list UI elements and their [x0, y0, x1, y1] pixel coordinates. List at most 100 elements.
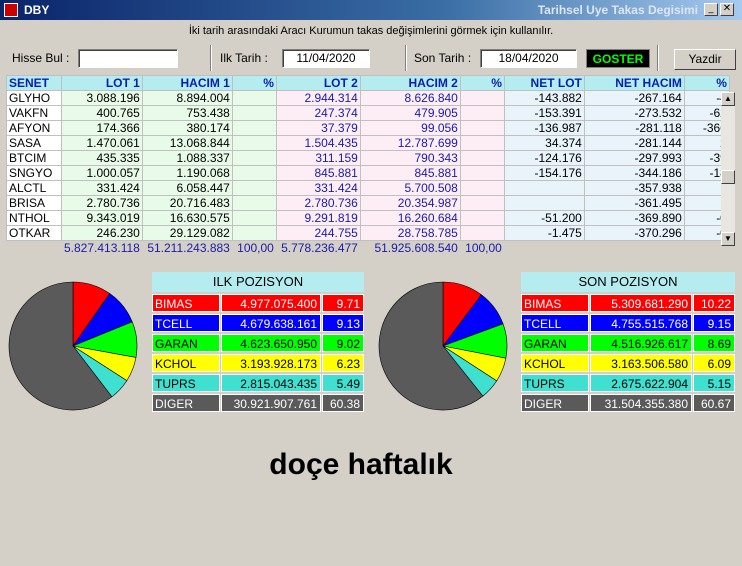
- table-cell: [459, 180, 505, 196]
- position-row[interactable]: KCHOL 3.163.506.580 6.09: [521, 354, 737, 372]
- column-header[interactable]: HACIM 1: [141, 75, 233, 91]
- scroll-thumb[interactable]: [721, 170, 735, 184]
- table-cell: 20.354.987: [359, 195, 461, 211]
- position-symbol: DIGER: [152, 394, 220, 412]
- ilk-pozisyon-pie-chart: [8, 281, 138, 411]
- table-header-row: SENET LOT 1 HACIM 1% LOT 2 HACIM 2% NET LOT NE…: [6, 75, 730, 91]
- position-row[interactable]: TCELL 4.755.515.768 9.15: [521, 314, 737, 332]
- table-cell: 1.190.068: [141, 165, 233, 181]
- position-percent: 60.67: [693, 394, 735, 412]
- table-cell-symbol: SASA: [6, 135, 62, 151]
- table-cell-symbol: VAKFN: [6, 105, 62, 121]
- table-cell: 9.343.019: [61, 210, 143, 226]
- column-header[interactable]: HACIM 2: [359, 75, 461, 91]
- table-cell: 331.424: [61, 180, 143, 196]
- table-row[interactable]: ALCTL 331.424 6.058.447 331.424 5.700.508 -35…: [6, 180, 730, 196]
- table-row[interactable]: BTCIM 435.335 1.088.337 311.159 790.343 -124.…: [6, 150, 730, 166]
- table-scrollbar[interactable]: ▲ ▼: [721, 92, 735, 246]
- position-row[interactable]: DIGER 30.921.907.761 60.38: [152, 394, 366, 412]
- position-row[interactable]: TCELL 4.679.638.161 9.13: [152, 314, 366, 332]
- position-row[interactable]: TUPRS 2.815.043.435 5.49: [152, 374, 366, 392]
- total-cell: 100,00: [459, 240, 505, 256]
- column-header[interactable]: LOT 1: [61, 75, 143, 91]
- table-cell-symbol: BTCIM: [6, 150, 62, 166]
- position-row[interactable]: BIMAS 5.309.681.290 10.22: [521, 294, 737, 312]
- yazdir-button[interactable]: Yazdir: [674, 49, 736, 70]
- total-cell: 5.778.236.477: [275, 240, 361, 256]
- column-header[interactable]: %: [231, 75, 277, 91]
- table-row[interactable]: OTKAR 246.230 29.129.082 244.755 28.758.785 -…: [6, 225, 730, 241]
- table-cell: -273.532: [583, 105, 685, 121]
- table-row[interactable]: NTHOL 9.343.019 16.630.575 9.291.819 16.260.…: [6, 210, 730, 226]
- table-cell: 479.905: [359, 105, 461, 121]
- table-cell: -370.296: [583, 225, 685, 241]
- table-row[interactable]: VAKFN 400.765 753.438 247.374 479.905 -153.39…: [6, 105, 730, 121]
- position-percent: 9.13: [322, 314, 364, 332]
- table-cell: -51.200: [503, 210, 585, 226]
- column-header[interactable]: %: [683, 75, 730, 91]
- table-cell: -136.987: [503, 120, 585, 136]
- table-cell: -369.890: [583, 210, 685, 226]
- table-cell: 9.291.819: [275, 210, 361, 226]
- table-row[interactable]: AFYON 174.366 380.174 37.379 99.056 -136.987-…: [6, 120, 730, 136]
- table-row[interactable]: SASA 1.470.061 13.068.844 1.504.435 12.787.6…: [6, 135, 730, 151]
- table-cell: -281.118: [583, 120, 685, 136]
- column-header[interactable]: NET HACIM: [583, 75, 685, 91]
- table-cell: -1.475: [503, 225, 585, 241]
- table-cell: 1.470.061: [61, 135, 143, 151]
- position-symbol: TUPRS: [152, 374, 220, 392]
- column-header[interactable]: NET LOT: [503, 75, 585, 91]
- end-date-label: Son Tarih :: [414, 51, 472, 65]
- total-cell: 5.827.413.118: [61, 240, 143, 256]
- son-pozisyon-pie-chart: [378, 281, 508, 411]
- column-header[interactable]: SENET: [6, 75, 62, 91]
- table-cell: [459, 105, 505, 121]
- position-row[interactable]: GARAN 4.623.650.950 9.02: [152, 334, 366, 352]
- table-cell-symbol: BRISA: [6, 195, 62, 211]
- table-cell: -357.938: [583, 180, 685, 196]
- position-row[interactable]: GARAN 4.516.926.617 8.69: [521, 334, 737, 352]
- position-symbol: KCHOL: [152, 354, 220, 372]
- table-cell: 20.716.483: [141, 195, 233, 211]
- position-row[interactable]: DIGER 31.504.355.380 60.67: [521, 394, 737, 412]
- table-row[interactable]: SNGYO 1.000.057 1.190.068 845.881 845.881 -15…: [6, 165, 730, 181]
- position-symbol: BIMAS: [152, 294, 220, 312]
- position-value: 3.163.506.580: [590, 354, 692, 372]
- table-row[interactable]: BRISA 2.780.736 20.716.483 2.780.736 20.354.…: [6, 195, 730, 211]
- table-cell: -361.495: [583, 195, 685, 211]
- total-cell: 51.925.608.540: [359, 240, 461, 256]
- search-input[interactable]: [78, 49, 178, 68]
- table-cell: [231, 90, 277, 106]
- table-cell-symbol: AFYON: [6, 120, 62, 136]
- table-cell: 311.159: [275, 150, 361, 166]
- goster-button[interactable]: GOSTER: [586, 49, 650, 68]
- table-row[interactable]: GLYHO 3.088.196 8.894.004 2.944.314 8.626.84…: [6, 90, 730, 106]
- table-cell: [503, 180, 585, 196]
- position-value: 31.504.355.380: [590, 394, 692, 412]
- position-percent: 6.09: [693, 354, 735, 372]
- table-cell: 753.438: [141, 105, 233, 121]
- close-icon[interactable]: ✕: [720, 3, 734, 16]
- position-percent: 8.69: [693, 334, 735, 352]
- table-cell: 3.088.196: [61, 90, 143, 106]
- scroll-up-icon[interactable]: ▲: [721, 92, 735, 106]
- column-header[interactable]: LOT 2: [275, 75, 361, 91]
- table-cell: -154.176: [503, 165, 585, 181]
- window-title: DBY: [24, 3, 50, 17]
- total-cell: [583, 240, 685, 256]
- separator: [210, 45, 212, 71]
- minimize-icon[interactable]: _: [704, 3, 718, 16]
- position-value: 30.921.907.761: [221, 394, 321, 412]
- position-row[interactable]: BIMAS 4.977.075.400 9.71: [152, 294, 366, 312]
- start-date-field[interactable]: 11/04/2020: [282, 49, 370, 68]
- info-text: İki tarih arasındaki Aracı Kurumun takas…: [188, 25, 554, 37]
- table-cell: 16.630.575: [141, 210, 233, 226]
- position-row[interactable]: TUPRS 2.675.622.904 5.15: [521, 374, 737, 392]
- table-cell: -267.164: [583, 90, 685, 106]
- ilk-pozisyon-title: ILK POZISYON: [152, 272, 364, 292]
- scroll-down-icon[interactable]: ▼: [721, 232, 735, 246]
- column-header[interactable]: %: [459, 75, 505, 91]
- position-value: 4.755.515.768: [590, 314, 692, 332]
- position-row[interactable]: KCHOL 3.193.928.173 6.23: [152, 354, 366, 372]
- end-date-field[interactable]: 18/04/2020: [480, 49, 577, 68]
